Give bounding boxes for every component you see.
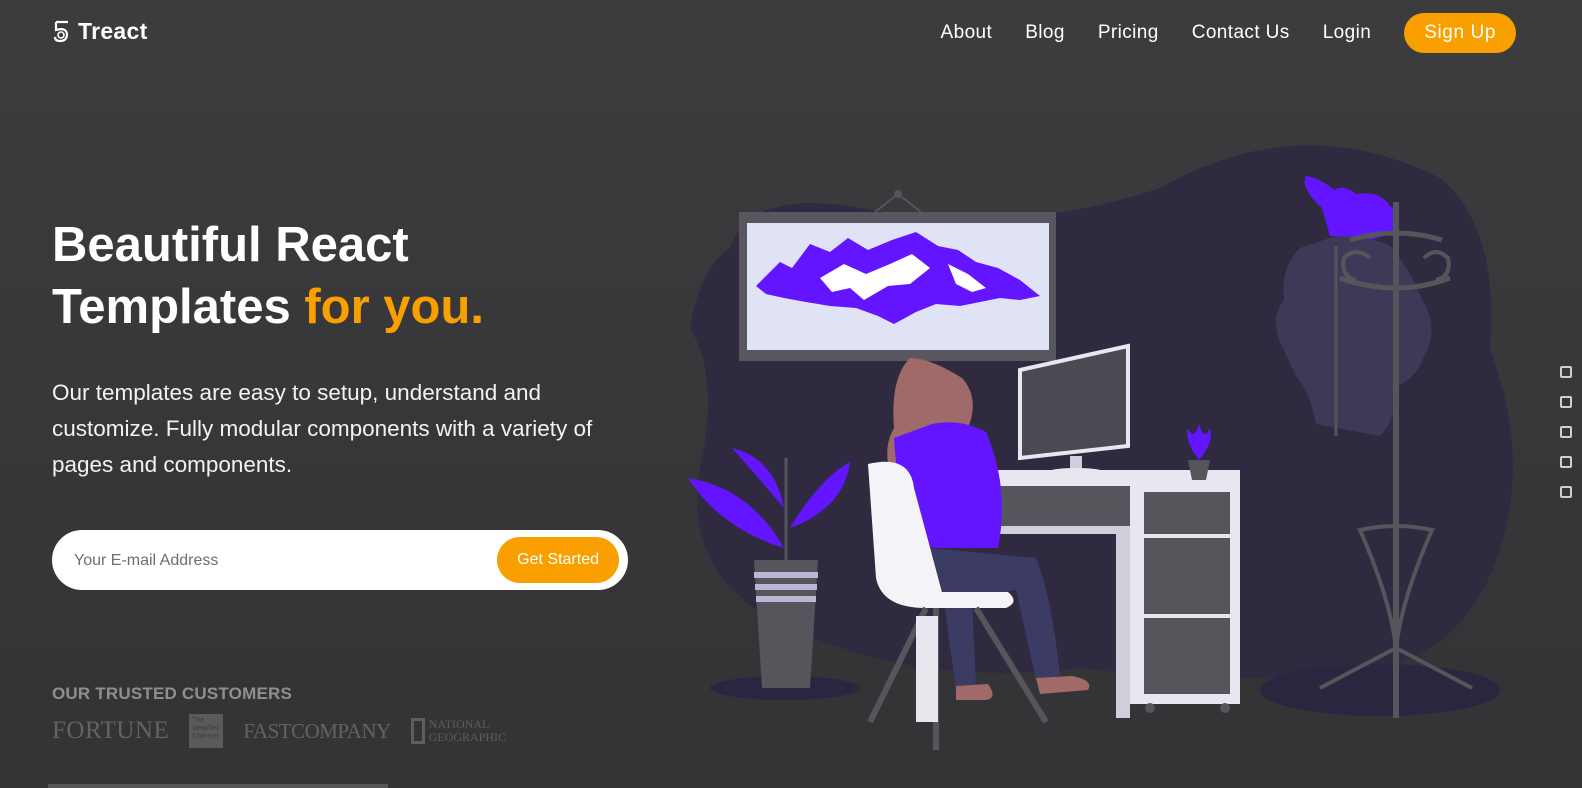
- natgeo-frame-icon: [410, 718, 425, 744]
- side-camera-icon[interactable]: [1560, 396, 1572, 408]
- hero-title: Beautiful React Templates for you.: [52, 214, 484, 338]
- top-nav: Treact About Blog Pricing Contact Us Log…: [0, 0, 1582, 66]
- hero-title-line2: Templates: [52, 280, 291, 334]
- hero-title-line1: Beautiful React: [52, 218, 409, 272]
- hero-illustration: [688, 145, 1513, 750]
- side-pin-icon[interactable]: [1560, 366, 1572, 378]
- natgeo-line2: GEOGRAPHIC: [428, 730, 507, 744]
- brand-logo[interactable]: Treact: [52, 18, 148, 45]
- get-started-button[interactable]: Get Started: [497, 537, 619, 583]
- nav-about-link[interactable]: About: [941, 22, 993, 44]
- trusted-customers-title: OUR TRUSTED CUSTOMERS: [52, 684, 293, 703]
- customer-logos: FORTUNE The Weather Channel FASTCOMPANY …: [52, 713, 506, 749]
- side-square-icon[interactable]: [1560, 426, 1572, 438]
- fastcompany-logo: FASTCOMPANY: [243, 718, 391, 743]
- natgeo-logo: NATIONAL GEOGRAPHIC: [410, 717, 507, 744]
- signup-button[interactable]: Sign Up: [1404, 13, 1516, 53]
- hero-title-accent: for you.: [304, 280, 485, 334]
- brand-name: Treact: [78, 18, 148, 44]
- side-copy-icon[interactable]: [1560, 456, 1572, 468]
- hero-description: Our templates are easy to setup, underst…: [52, 380, 593, 477]
- nav-pricing-link[interactable]: Pricing: [1098, 22, 1159, 44]
- fortune-logo: FORTUNE: [52, 717, 170, 744]
- wall-picture: [739, 190, 1056, 361]
- nav-links: About Blog Pricing Contact Us Login Sign…: [908, 0, 1582, 66]
- natgeo-line1: NATIONAL: [428, 717, 490, 731]
- weather-channel-logo: The Weather Channel: [189, 714, 224, 748]
- nav-contact-link[interactable]: Contact Us: [1192, 22, 1290, 44]
- email-input[interactable]: [72, 530, 476, 592]
- logo-icon: [53, 20, 69, 42]
- nav-blog-link[interactable]: Blog: [1025, 22, 1065, 44]
- side-toolbar: [1556, 366, 1582, 516]
- signup-form: Get Started: [52, 530, 628, 592]
- side-gear-icon[interactable]: [1560, 486, 1572, 498]
- nav-login-link[interactable]: Login: [1323, 22, 1372, 44]
- bottom-scroll-indicator: [48, 784, 388, 788]
